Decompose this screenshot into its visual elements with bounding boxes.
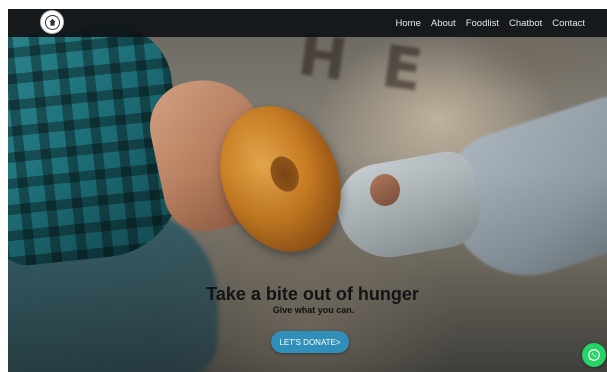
nav-link-about[interactable]: About — [431, 18, 456, 29]
navbar: Home About Foodlist Chatbot Contact — [8, 9, 607, 37]
charity-logo-icon[interactable] — [41, 11, 63, 33]
hero-title: Take a bite out of hunger — [206, 284, 419, 304]
nav-link-home[interactable]: Home — [396, 18, 421, 29]
nav-link-foodlist[interactable]: Foodlist — [466, 18, 499, 29]
nav-link-contact[interactable]: Contact — [552, 18, 585, 29]
nav-links: Home About Foodlist Chatbot Contact — [396, 9, 585, 37]
nav-link-chatbot[interactable]: Chatbot — [509, 18, 542, 29]
whatsapp-icon[interactable] — [582, 343, 606, 367]
hero-text: Take a bite out of hunger Give what you … — [8, 283, 607, 316]
page-frame: H E Home About Foodlist Chatbot Contact … — [8, 9, 607, 372]
donate-button[interactable]: LET'S DONATE> — [271, 331, 349, 353]
hero-subtitle: Give what you can. — [272, 305, 355, 315]
whatsapp-glyph — [588, 349, 600, 361]
logo-glyph — [48, 18, 56, 26]
hero-shade — [8, 9, 607, 372]
hero-background-image: H E — [8, 9, 607, 372]
logo-ring — [44, 14, 60, 30]
